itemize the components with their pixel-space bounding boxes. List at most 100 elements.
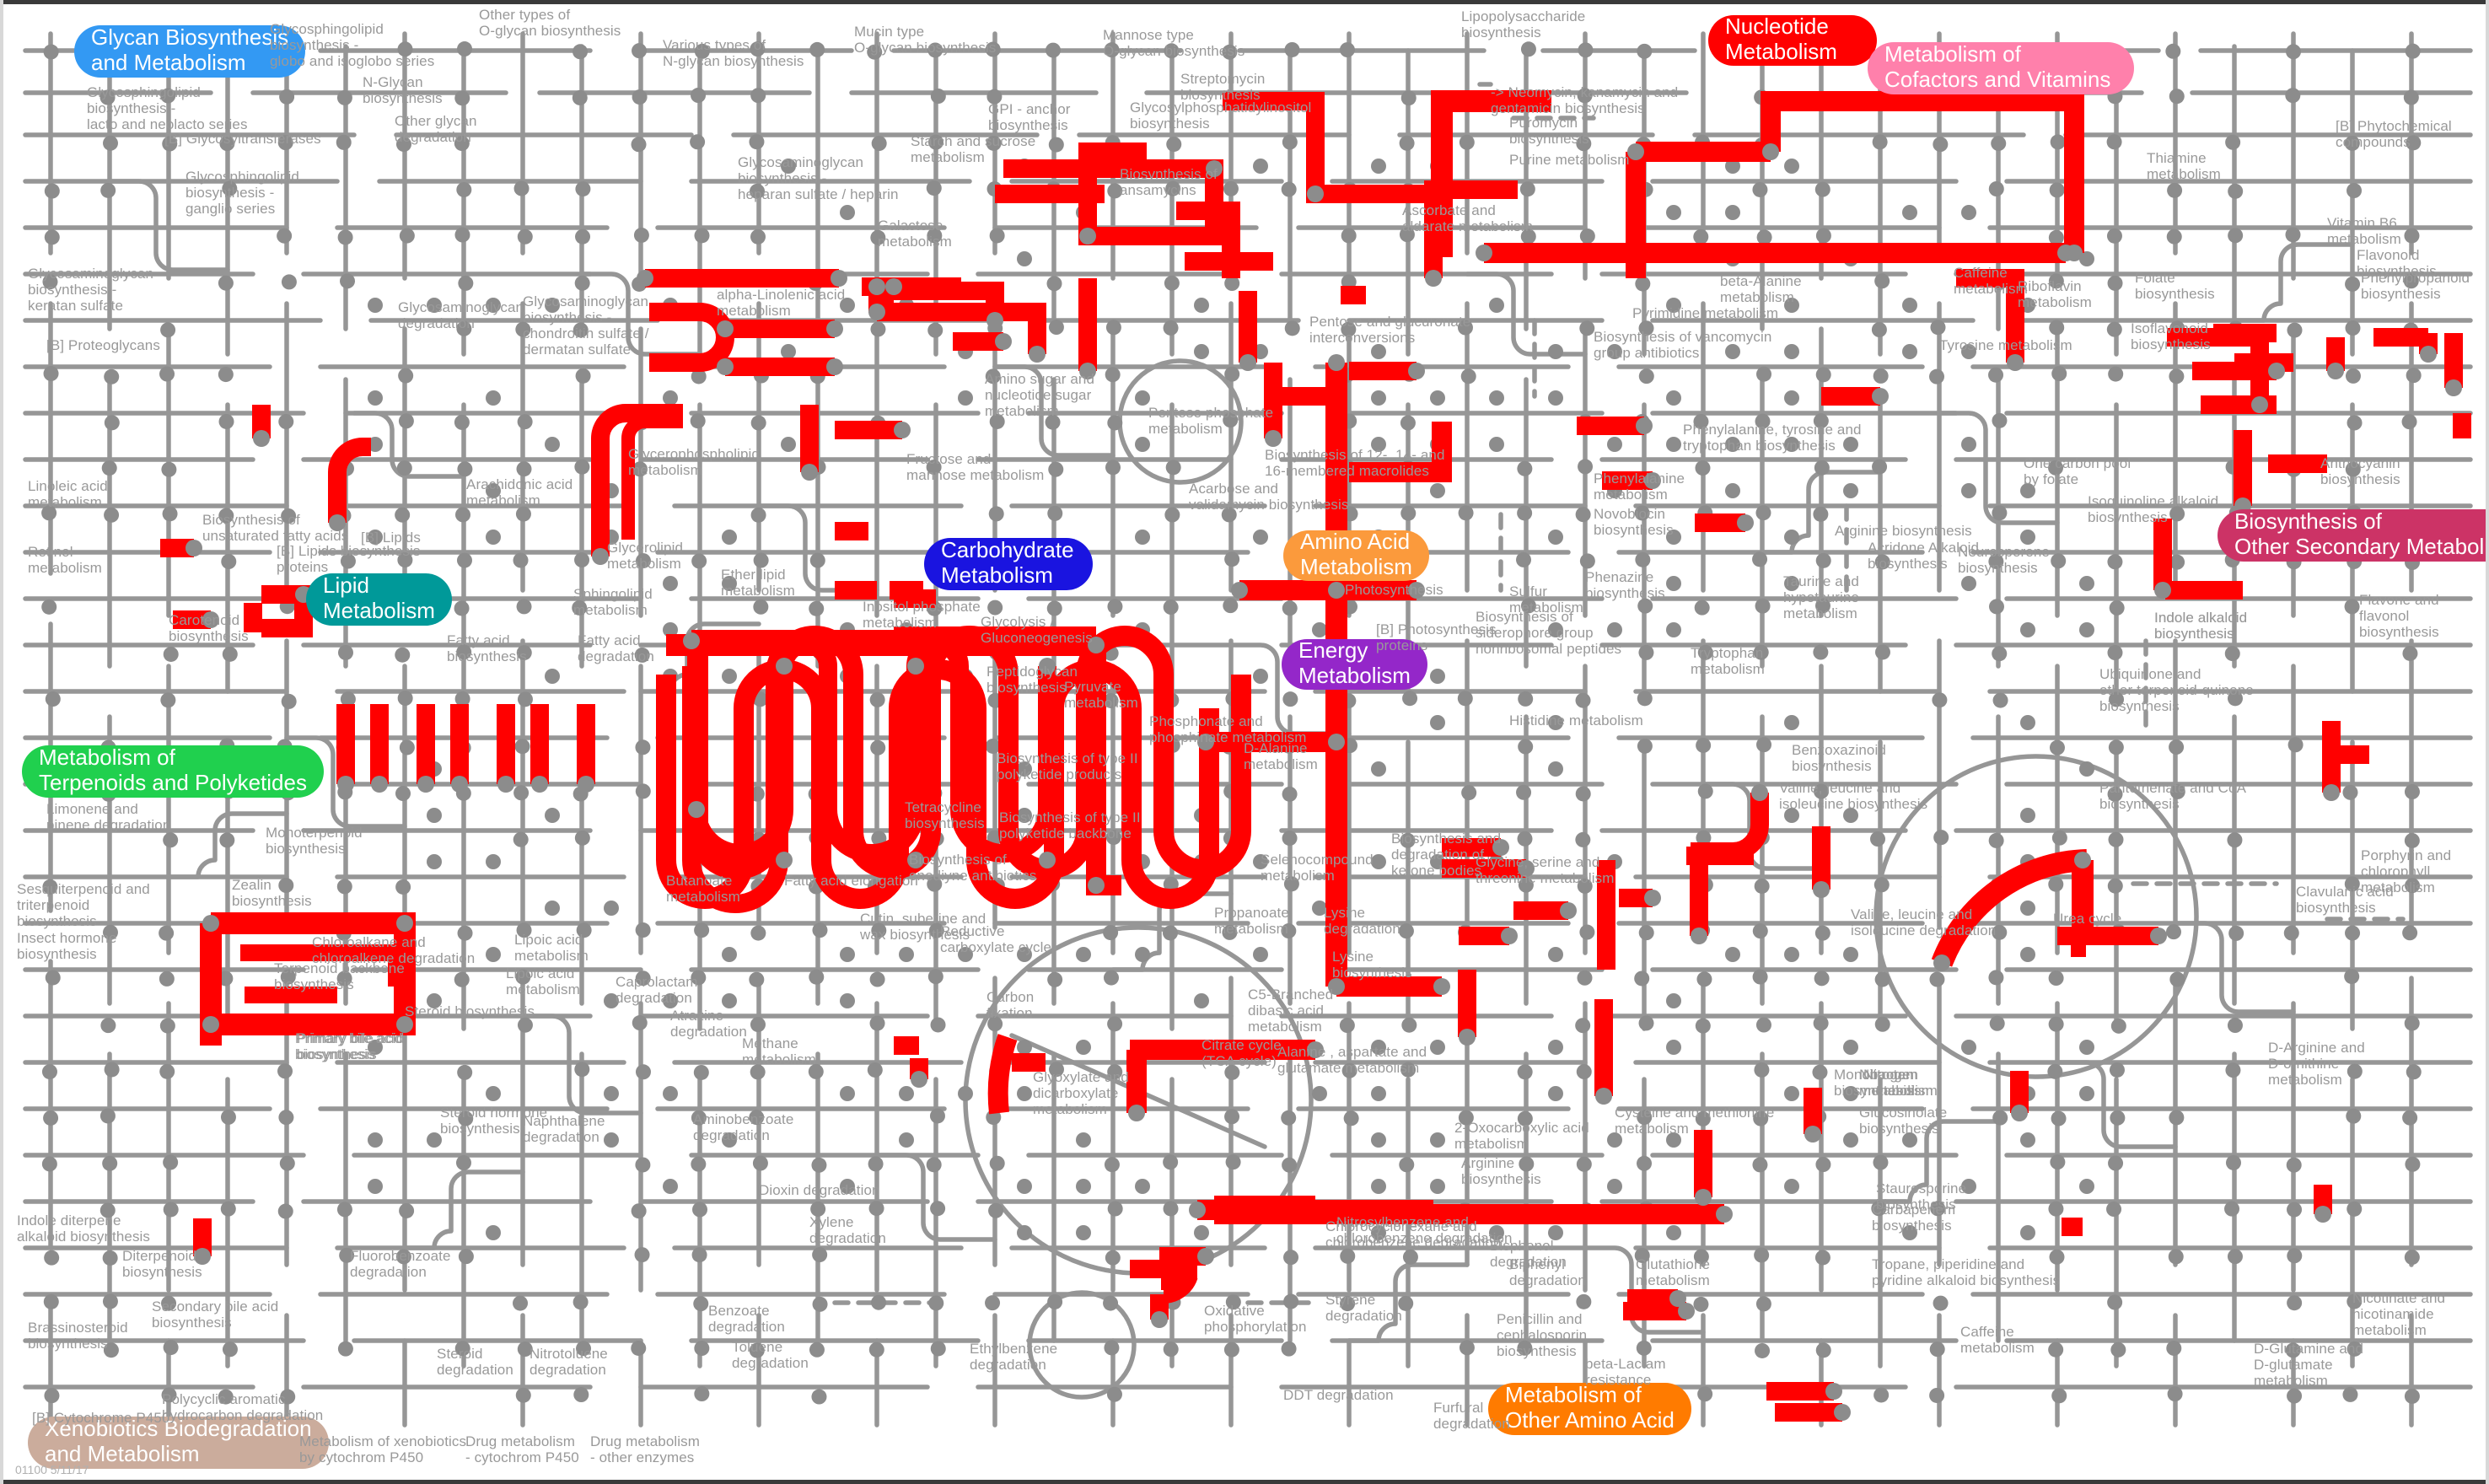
- compound-node[interactable]: [2165, 924, 2181, 940]
- compound-node[interactable]: [454, 136, 470, 152]
- compound-node[interactable]: [2049, 1249, 2065, 1265]
- compound-node[interactable]: [454, 971, 470, 987]
- compound-node[interactable]: [604, 1132, 619, 1148]
- compound-node[interactable]: [457, 461, 473, 477]
- highlighted-compound-node[interactable]: [776, 852, 793, 868]
- compound-node[interactable]: [1017, 947, 1032, 962]
- compound-node[interactable]: [1312, 1086, 1327, 1101]
- compound-node[interactable]: [1961, 1040, 1976, 1055]
- compound-node[interactable]: [397, 552, 413, 568]
- compound-node[interactable]: [2283, 925, 2299, 941]
- compound-node[interactable]: [368, 298, 383, 313]
- highlighted-compound-node[interactable]: [907, 658, 924, 675]
- compound-node[interactable]: [1135, 390, 1150, 406]
- compound-node[interactable]: [987, 600, 1003, 616]
- highlighted-compound-node[interactable]: [1813, 881, 1830, 898]
- compound-node[interactable]: [1843, 483, 1858, 498]
- compound-node[interactable]: [161, 1387, 177, 1403]
- compound-node[interactable]: [104, 507, 120, 523]
- compound-node[interactable]: [1401, 1017, 1417, 1033]
- highlighted-compound-node[interactable]: [2007, 354, 2024, 371]
- compound-node[interactable]: [2404, 1015, 2420, 1031]
- compound-node[interactable]: [280, 1389, 296, 1405]
- compound-node[interactable]: [750, 1064, 766, 1080]
- compound-node[interactable]: [2342, 1386, 2358, 1402]
- compound-node[interactable]: [1634, 505, 1650, 521]
- compound-node[interactable]: [1163, 320, 1179, 336]
- compound-node[interactable]: [2108, 1155, 2124, 1171]
- compound-node[interactable]: [1520, 41, 1536, 57]
- compound-node[interactable]: [1105, 367, 1121, 383]
- compound-node[interactable]: [840, 205, 855, 220]
- compound-node[interactable]: [1638, 368, 1654, 384]
- compound-node[interactable]: [2048, 1342, 2064, 1358]
- compound-node[interactable]: [486, 1225, 501, 1240]
- compound-node[interactable]: [1814, 181, 1830, 197]
- compound-node[interactable]: [1017, 808, 1032, 823]
- compound-node[interactable]: [1843, 1132, 1858, 1148]
- compound-node[interactable]: [455, 1155, 471, 1171]
- compound-node[interactable]: [927, 228, 943, 244]
- compound-node[interactable]: [691, 970, 707, 986]
- compound-node[interactable]: [1992, 692, 2008, 708]
- compound-node[interactable]: [1637, 738, 1653, 754]
- compound-node[interactable]: [2107, 1294, 2123, 1310]
- compound-node[interactable]: [456, 320, 472, 336]
- compound-node[interactable]: [1548, 1225, 1563, 1240]
- compound-node[interactable]: [1371, 390, 1386, 406]
- compound-node[interactable]: [1047, 971, 1063, 987]
- compound-node[interactable]: [1107, 1201, 1123, 1217]
- compound-node[interactable]: [1843, 808, 1858, 823]
- compound-node[interactable]: [2287, 1202, 2303, 1218]
- highlighted-compound-node[interactable]: [688, 801, 705, 818]
- compound-node[interactable]: [2287, 1388, 2303, 1404]
- compound-node[interactable]: [43, 44, 59, 60]
- compound-node[interactable]: [486, 390, 501, 406]
- compound-node[interactable]: [1666, 993, 1681, 1008]
- category-badge-otheramino[interactable]: Metabolism of Other Amino Acid: [1488, 1383, 1691, 1435]
- compound-node[interactable]: [44, 229, 60, 245]
- compound-node[interactable]: [454, 600, 470, 616]
- compound-node[interactable]: [222, 646, 238, 662]
- compound-node[interactable]: [1548, 530, 1563, 545]
- compound-node[interactable]: [576, 922, 592, 938]
- compound-node[interactable]: [100, 1018, 116, 1034]
- highlighted-compound-node[interactable]: [2445, 379, 2462, 396]
- compound-node[interactable]: [1752, 551, 1768, 567]
- compound-node[interactable]: [2287, 322, 2303, 338]
- compound-node[interactable]: [281, 693, 297, 709]
- highlighted-compound-node[interactable]: [253, 430, 270, 447]
- compound-node[interactable]: [1430, 715, 1445, 730]
- compound-node[interactable]: [1784, 390, 1799, 406]
- compound-node[interactable]: [396, 460, 412, 476]
- highlighted-compound-node[interactable]: [578, 776, 594, 793]
- compound-node[interactable]: [102, 924, 118, 940]
- compound-node[interactable]: [809, 969, 825, 985]
- compound-node[interactable]: [926, 1157, 942, 1173]
- compound-node[interactable]: [1047, 505, 1063, 521]
- compound-node[interactable]: [545, 669, 560, 684]
- compound-node[interactable]: [1607, 437, 1622, 452]
- highlighted-compound-node[interactable]: [1737, 514, 1754, 531]
- compound-node[interactable]: [340, 553, 356, 569]
- compound-node[interactable]: [398, 413, 414, 429]
- compound-node[interactable]: [1753, 644, 1769, 660]
- compound-node[interactable]: [694, 922, 710, 938]
- compound-node[interactable]: [750, 229, 766, 245]
- compound-node[interactable]: [1784, 1179, 1799, 1194]
- compound-node[interactable]: [634, 1247, 650, 1263]
- compound-node[interactable]: [2405, 43, 2421, 59]
- compound-node[interactable]: [2285, 88, 2301, 104]
- compound-node[interactable]: [1283, 876, 1299, 892]
- compound-node[interactable]: [2285, 1342, 2301, 1358]
- compound-node[interactable]: [1575, 507, 1591, 523]
- highlighted-compound-node[interactable]: [1088, 877, 1105, 894]
- compound-node[interactable]: [456, 181, 472, 197]
- highlighted-compound-node[interactable]: [2420, 346, 2437, 363]
- compound-node[interactable]: [1607, 1179, 1622, 1194]
- compound-node[interactable]: [1784, 715, 1799, 730]
- compound-node[interactable]: [2347, 183, 2363, 199]
- compound-node[interactable]: [1163, 1201, 1179, 1217]
- compound-node[interactable]: [99, 1202, 116, 1218]
- compound-node[interactable]: [102, 1155, 118, 1171]
